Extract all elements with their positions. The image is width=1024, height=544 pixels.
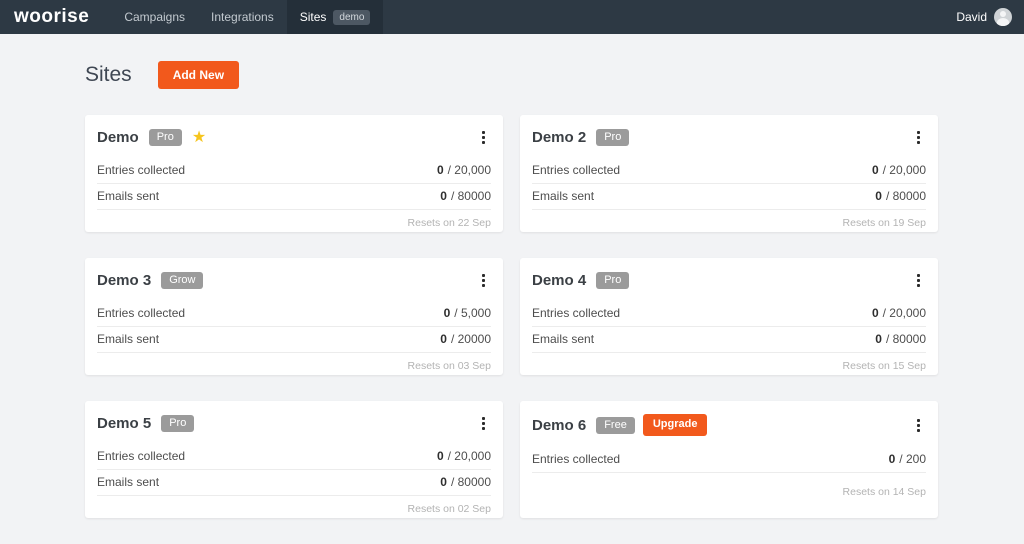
site-card-demo-2: Demo 2 Pro Entries collected 0/ 20,000 E… bbox=[520, 115, 938, 232]
site-title[interactable]: Demo 3 bbox=[97, 272, 151, 289]
page-title: Sites bbox=[85, 63, 132, 87]
site-title[interactable]: Demo 2 bbox=[532, 129, 586, 146]
stat-label: Emails sent bbox=[97, 189, 159, 203]
plan-badge: Grow bbox=[161, 272, 203, 289]
resets-date: Resets on 22 Sep bbox=[97, 210, 491, 229]
nav-item-sites-label: Sites bbox=[300, 10, 327, 24]
card-head: Demo 5 Pro bbox=[97, 413, 491, 434]
nav-items: Campaigns Integrations Sites demo bbox=[111, 0, 383, 34]
stat-value: 0/ 20,000 bbox=[872, 306, 926, 320]
star-icon[interactable]: ★ bbox=[192, 130, 206, 146]
stat-value: 0/ 20000 bbox=[440, 332, 491, 346]
card-head: Demo 2 Pro bbox=[532, 127, 926, 148]
stat-row-emails: Emails sent 0/ 80000 bbox=[97, 184, 491, 210]
stat-value: 0/ 5,000 bbox=[444, 306, 491, 320]
stat-label: Entries collected bbox=[97, 306, 185, 320]
kebab-menu-icon[interactable] bbox=[911, 270, 926, 291]
kebab-menu-icon[interactable] bbox=[476, 270, 491, 291]
stat-row-entries: Entries collected 0/ 20,000 bbox=[97, 444, 491, 470]
site-card-demo-6: Demo 6 Free Upgrade Entries collected 0/… bbox=[520, 401, 938, 518]
nav-item-integrations[interactable]: Integrations bbox=[198, 0, 287, 34]
stat-value: 0/ 80000 bbox=[875, 189, 926, 203]
resets-date: Resets on 14 Sep bbox=[532, 479, 926, 498]
card-head: Demo 4 Pro bbox=[532, 270, 926, 291]
plan-badge: Pro bbox=[596, 129, 629, 146]
kebab-menu-icon[interactable] bbox=[911, 127, 926, 148]
add-new-button[interactable]: Add New bbox=[158, 61, 239, 89]
resets-date: Resets on 02 Sep bbox=[97, 496, 491, 515]
site-title[interactable]: Demo 5 bbox=[97, 415, 151, 432]
site-card-demo-3: Demo 3 Grow Entries collected 0/ 5,000 E… bbox=[85, 258, 503, 375]
card-head: Demo 3 Grow bbox=[97, 270, 491, 291]
account-menu[interactable]: David bbox=[956, 0, 1024, 34]
stat-value: 0/ 80000 bbox=[440, 475, 491, 489]
nav-item-sites[interactable]: Sites demo bbox=[287, 0, 384, 34]
resets-date: Resets on 03 Sep bbox=[97, 353, 491, 372]
plan-badge: Pro bbox=[149, 129, 182, 146]
stat-row-emails: Emails sent 0/ 80000 bbox=[532, 327, 926, 353]
nav-item-campaigns[interactable]: Campaigns bbox=[111, 0, 198, 34]
card-head: Demo 6 Free Upgrade bbox=[532, 413, 926, 437]
stat-label: Emails sent bbox=[532, 332, 594, 346]
stat-label: Emails sent bbox=[97, 475, 159, 489]
kebab-menu-icon[interactable] bbox=[476, 127, 491, 148]
site-title[interactable]: Demo bbox=[97, 129, 139, 146]
kebab-menu-icon[interactable] bbox=[911, 415, 926, 436]
stat-label: Entries collected bbox=[532, 163, 620, 177]
stat-row-emails: Emails sent 0/ 80000 bbox=[532, 184, 926, 210]
stat-value: 0/ 80000 bbox=[875, 332, 926, 346]
site-title[interactable]: Demo 4 bbox=[532, 272, 586, 289]
stat-value: 0/ 80000 bbox=[440, 189, 491, 203]
stat-label: Entries collected bbox=[532, 306, 620, 320]
stat-value: 0/ 200 bbox=[889, 452, 926, 466]
stat-row-entries: Entries collected 0/ 20,000 bbox=[532, 158, 926, 184]
upgrade-button[interactable]: Upgrade bbox=[643, 414, 708, 435]
site-card-demo-5: Demo 5 Pro Entries collected 0/ 20,000 E… bbox=[85, 401, 503, 518]
plan-badge: Free bbox=[596, 417, 635, 434]
resets-date: Resets on 15 Sep bbox=[532, 353, 926, 372]
site-card-demo: Demo Pro ★ Entries collected 0/ 20,000 E… bbox=[85, 115, 503, 232]
stat-label: Emails sent bbox=[97, 332, 159, 346]
main-content: Sites Add New Demo Pro ★ Entries collect… bbox=[0, 34, 1024, 518]
stat-row-entries: Entries collected 0/ 20,000 bbox=[97, 158, 491, 184]
stat-value: 0/ 20,000 bbox=[437, 449, 491, 463]
card-head: Demo Pro ★ bbox=[97, 127, 491, 148]
plan-badge: Pro bbox=[161, 415, 194, 432]
user-avatar-icon[interactable] bbox=[994, 8, 1012, 26]
stat-row-entries: Entries collected 0/ 5,000 bbox=[97, 301, 491, 327]
site-cards-grid: Demo Pro ★ Entries collected 0/ 20,000 E… bbox=[85, 115, 939, 518]
kebab-menu-icon[interactable] bbox=[476, 413, 491, 434]
user-name: David bbox=[956, 10, 987, 24]
site-demo-badge: demo bbox=[333, 10, 370, 25]
site-card-demo-4: Demo 4 Pro Entries collected 0/ 20,000 E… bbox=[520, 258, 938, 375]
resets-date: Resets on 19 Sep bbox=[532, 210, 926, 229]
woorise-logo[interactable]: Woorise bbox=[14, 6, 89, 28]
stat-label: Entries collected bbox=[97, 449, 185, 463]
stat-value: 0/ 20,000 bbox=[872, 163, 926, 177]
stat-row-entries: Entries collected 0/ 200 bbox=[532, 447, 926, 473]
stat-row-emails: Emails sent 0/ 80000 bbox=[97, 470, 491, 496]
page-header: Sites Add New bbox=[85, 61, 939, 89]
site-title[interactable]: Demo 6 bbox=[532, 417, 586, 434]
plan-badge: Pro bbox=[596, 272, 629, 289]
stat-row-entries: Entries collected 0/ 20,000 bbox=[532, 301, 926, 327]
top-navbar: Woorise Campaigns Integrations Sites dem… bbox=[0, 0, 1024, 34]
stat-label: Emails sent bbox=[532, 189, 594, 203]
stat-label: Entries collected bbox=[97, 163, 185, 177]
stat-row-emails: Emails sent 0/ 20000 bbox=[97, 327, 491, 353]
stat-value: 0/ 20,000 bbox=[437, 163, 491, 177]
stat-label: Entries collected bbox=[532, 452, 620, 466]
